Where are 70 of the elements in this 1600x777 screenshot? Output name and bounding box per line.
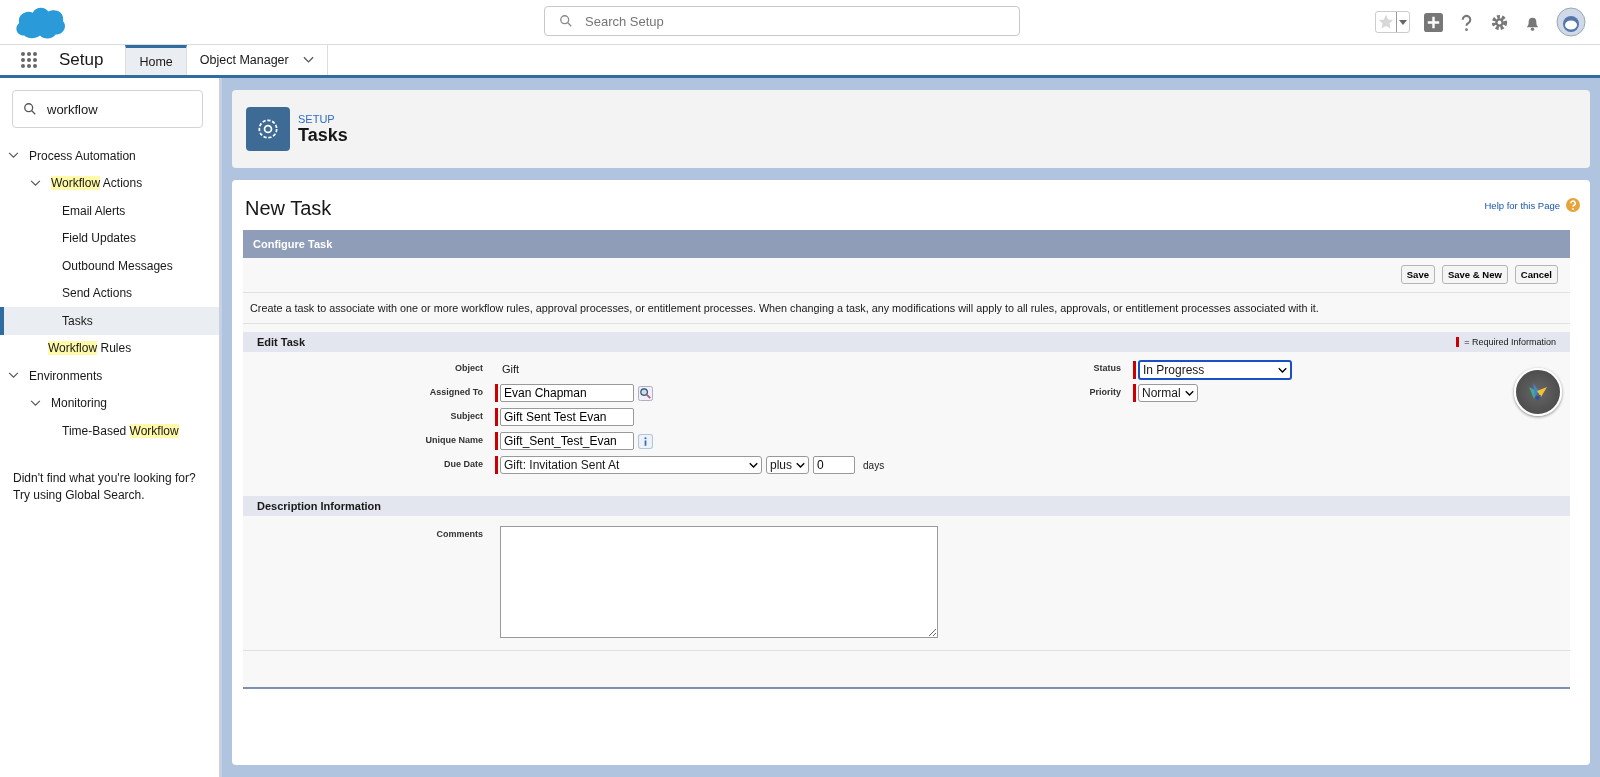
required-marker [1456,337,1460,347]
settings-icon[interactable] [1490,12,1509,32]
info-icon[interactable] [638,433,653,449]
chevron-down-icon[interactable] [302,56,314,64]
lookup-magnifier-icon[interactable] [638,385,653,401]
nav-tab[interactable]: Object Manager [186,45,328,75]
field-label: Status [1092,362,1122,373]
field-label: Priority [1088,386,1122,397]
date-field-select[interactable]: Gift: Invitation Sent At [500,456,762,474]
text-input[interactable]: Evan Chapman [500,384,634,402]
form-title: New Task [245,196,333,220]
dropdown-select[interactable]: In Progress [1138,360,1292,380]
form-button[interactable]: Save & New [1441,265,1508,284]
caret-icon [749,461,758,469]
operator-select[interactable]: plus [766,456,809,474]
chevron-icon[interactable] [8,372,19,380]
search-icon [559,14,573,28]
field-label: Due Date [443,458,484,469]
hint-text: Try using Global Search. [13,487,146,502]
tree-item[interactable]: Process Automation [0,142,219,170]
plus-icon[interactable] [1424,12,1443,32]
text-input[interactable]: Gift_Sent_Test_Evan [500,432,634,450]
gear-icon [246,107,290,151]
unit-label: days [863,459,885,471]
tree-item[interactable]: Field Updates [0,224,219,252]
required-legend: = Required Information [1464,337,1556,347]
field-label: Comments [435,528,484,539]
hint-text: Didn't find what you're looking for? [13,470,197,485]
app-name: Setup [59,50,104,70]
tree-item[interactable]: Workflow Actions [0,169,219,197]
field-value: Gift [501,363,520,375]
search-field[interactable]: Search Setup [544,6,1020,36]
field-label: Assigned To [428,386,484,397]
intro-text: Create a task to associate with one or more workflow rules, approval processes, or entitlement processes. When changing a task, any modifications will apply to all rules, approvals, or entitlement processes associated with it. [243,293,1570,324]
tree-item[interactable]: Tasks [0,307,219,335]
tree-item[interactable]: Outbound Messages [0,252,219,280]
nav-tab[interactable]: Home [125,45,187,75]
search-icon [23,102,37,116]
field-label: Subject [449,410,484,421]
help-link[interactable]: Help for this Page [1484,199,1560,211]
dropdown-select[interactable]: Normal [1138,384,1198,402]
tree-item[interactable]: Monitoring [0,389,219,417]
chevron-icon[interactable] [30,179,41,187]
avatar-icon[interactable] [1556,7,1586,37]
offset-input[interactable]: 0 [813,456,855,474]
search-input[interactable]: Search Setup [583,12,1005,30]
section-title: Description Information [243,496,1570,516]
tree-item[interactable]: Time-Based Workflow [0,417,219,445]
search-field[interactable]: workflow [12,90,203,128]
comments-textarea[interactable] [500,526,938,638]
app-launcher-icon[interactable] [20,51,38,69]
field-label: Unique Name [424,434,484,445]
bird-assistant-icon[interactable] [1514,368,1562,416]
tree-item[interactable]: Send Actions [0,279,219,307]
tree-item[interactable]: Email Alerts [0,197,219,225]
caret-icon [1184,389,1194,397]
text-input[interactable]: Gift Sent Test Evan [500,408,634,426]
caret-icon [796,461,805,469]
form-button[interactable]: Cancel [1514,265,1558,284]
tree-item[interactable]: Environments [0,362,219,390]
page-title: Tasks [298,124,348,146]
section-header: Configure Task [243,230,1570,258]
tree-item[interactable]: Workflow Rules [0,334,219,362]
chevron-icon[interactable] [30,399,41,407]
field-label: Object [454,362,484,373]
caret-icon [1278,366,1287,374]
chevron-icon[interactable] [8,152,19,160]
breadcrumb-label: SETUP [298,112,336,125]
form-button[interactable]: Save [1400,265,1435,284]
section-title: Edit Task [257,336,307,348]
